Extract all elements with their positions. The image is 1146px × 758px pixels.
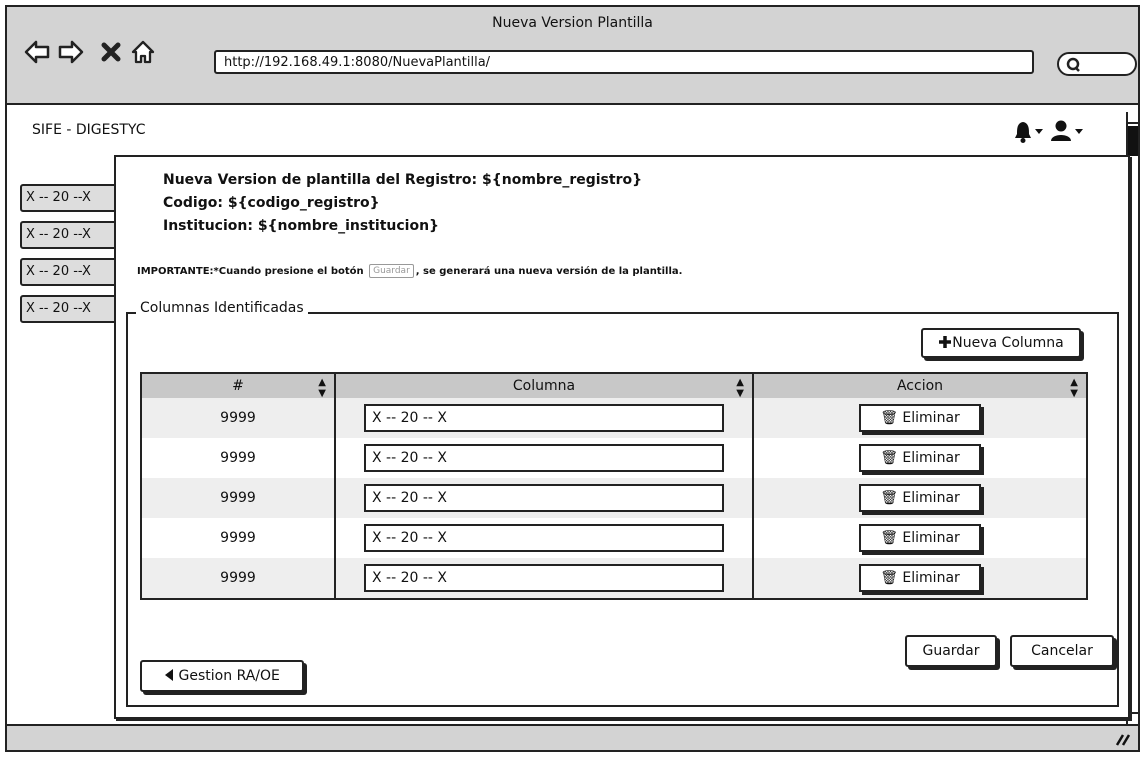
column-name-input[interactable]: X -- 20 -- X <box>364 404 724 432</box>
delete-button[interactable]: 🗑 Eliminar <box>859 524 981 552</box>
sort-icon[interactable]: ▲ ▼ <box>736 377 744 399</box>
browser-window: Nueva Version Plantilla http://192.168.4… <box>5 5 1140 752</box>
save-button[interactable]: Guardar <box>905 635 997 667</box>
col-header-number-label: # <box>232 378 244 394</box>
columns-table: # ▲ ▼ Columna ▲ ▼ Accion ▲ ▼ 9999 X -- 20 -- X… <box>140 372 1088 600</box>
col-header-accion[interactable]: Accion ▲ ▼ <box>753 373 1087 399</box>
delete-label: Eliminar <box>902 570 960 586</box>
sort-icon[interactable]: ▲ ▼ <box>318 377 326 399</box>
window-title: Nueva Version Plantilla <box>492 15 653 31</box>
col-header-number[interactable]: # ▲ ▼ <box>141 373 336 399</box>
row-number: 9999 <box>141 478 336 518</box>
table-row: 9999 X -- 20 -- X 🗑 Eliminar <box>141 398 1087 438</box>
search-icon <box>1066 57 1080 72</box>
row-number: 9999 <box>141 398 336 438</box>
delete-label: Eliminar <box>902 490 960 506</box>
table-row: 9999 X -- 20 -- X 🗑 Eliminar <box>141 438 1087 478</box>
columns-legend: Columnas Identificadas <box>136 300 308 316</box>
status-bar <box>7 724 1138 750</box>
important-note: IMPORTANTE:*Cuando presione el botón Gua… <box>137 264 682 278</box>
column-name-input[interactable]: X -- 20 -- X <box>364 524 724 552</box>
plus-icon <box>939 336 952 348</box>
new-column-label: Nueva Columna <box>952 335 1064 351</box>
table-row: 9999 X -- 20 -- X 🗑 Eliminar <box>141 558 1087 599</box>
side-tab[interactable]: X -- 20 --X <box>20 221 120 249</box>
column-name-input[interactable]: X -- 20 -- X <box>364 564 724 592</box>
delete-label: Eliminar <box>902 530 960 546</box>
resize-grip-icon[interactable] <box>1114 731 1132 747</box>
col-header-columna[interactable]: Columna ▲ ▼ <box>335 373 754 399</box>
side-tab[interactable]: X -- 20 --X <box>20 258 120 286</box>
important-suffix: , se generará una nueva versión de la pl… <box>415 266 683 277</box>
trash-icon: 🗑 <box>880 530 898 546</box>
back-gestion-button[interactable]: Gestion RA/OE <box>140 660 304 692</box>
table-row: 9999 X -- 20 -- X 🗑 Eliminar <box>141 478 1087 518</box>
url-bar[interactable]: http://192.168.49.1:8080/NuevaPlantilla/ <box>214 50 1034 74</box>
delete-button[interactable]: 🗑 Eliminar <box>859 444 981 472</box>
new-column-button[interactable]: Nueva Columna <box>921 328 1081 358</box>
important-prefix: IMPORTANTE:*Cuando presione el botón <box>137 266 364 277</box>
cancel-button[interactable]: Cancelar <box>1010 635 1114 667</box>
delete-button[interactable]: 🗑 Eliminar <box>859 564 981 592</box>
delete-button[interactable]: 🗑 Eliminar <box>859 484 981 512</box>
institucion-label: Institucion: ${nombre_institucion} <box>163 218 440 234</box>
app-brand: SIFE - DIGESTYC <box>32 122 146 138</box>
sort-icon[interactable]: ▲ ▼ <box>1070 377 1078 399</box>
row-number: 9999 <box>141 518 336 558</box>
browser-search-box[interactable] <box>1057 52 1137 76</box>
row-number: 9999 <box>141 438 336 478</box>
delete-label: Eliminar <box>902 450 960 466</box>
delete-button[interactable]: 🗑 Eliminar <box>859 404 981 432</box>
table-row: 9999 X -- 20 -- X 🗑 Eliminar <box>141 518 1087 558</box>
inline-guardar-button: Guardar <box>369 264 414 278</box>
table-header-row: # ▲ ▼ Columna ▲ ▼ Accion ▲ ▼ <box>141 373 1087 399</box>
bell-icon[interactable] <box>1012 119 1044 145</box>
trash-icon: 🗑 <box>880 490 898 506</box>
column-name-input[interactable]: X -- 20 -- X <box>364 444 724 472</box>
registro-title: Nueva Version de plantilla del Registro:… <box>163 172 643 188</box>
trash-icon: 🗑 <box>880 410 898 426</box>
row-number: 9999 <box>141 558 336 599</box>
back-gestion-label: Gestion RA/OE <box>178 668 280 684</box>
column-name-input[interactable]: X -- 20 -- X <box>364 484 724 512</box>
arrow-right-icon[interactable] <box>58 38 84 66</box>
template-version-dialog: Nueva Version de plantilla del Registro:… <box>114 155 1130 719</box>
col-header-columna-label: Columna <box>512 378 576 394</box>
codigo-label: Codigo: ${codigo_registro} <box>163 195 380 211</box>
user-icon[interactable] <box>1050 119 1090 145</box>
arrow-left-icon[interactable] <box>24 38 50 66</box>
side-tab[interactable]: X -- 20 --X <box>20 184 120 212</box>
trash-icon: 🗑 <box>880 570 898 586</box>
home-icon[interactable] <box>130 38 156 66</box>
side-tab[interactable]: X -- 20 --X <box>20 295 120 323</box>
trash-icon: 🗑 <box>880 450 898 466</box>
col-header-accion-label: Accion <box>896 378 944 394</box>
caret-left-icon <box>165 669 174 681</box>
browser-chrome: Nueva Version Plantilla http://192.168.4… <box>7 7 1138 105</box>
close-icon[interactable] <box>98 38 124 66</box>
delete-label: Eliminar <box>902 410 960 426</box>
